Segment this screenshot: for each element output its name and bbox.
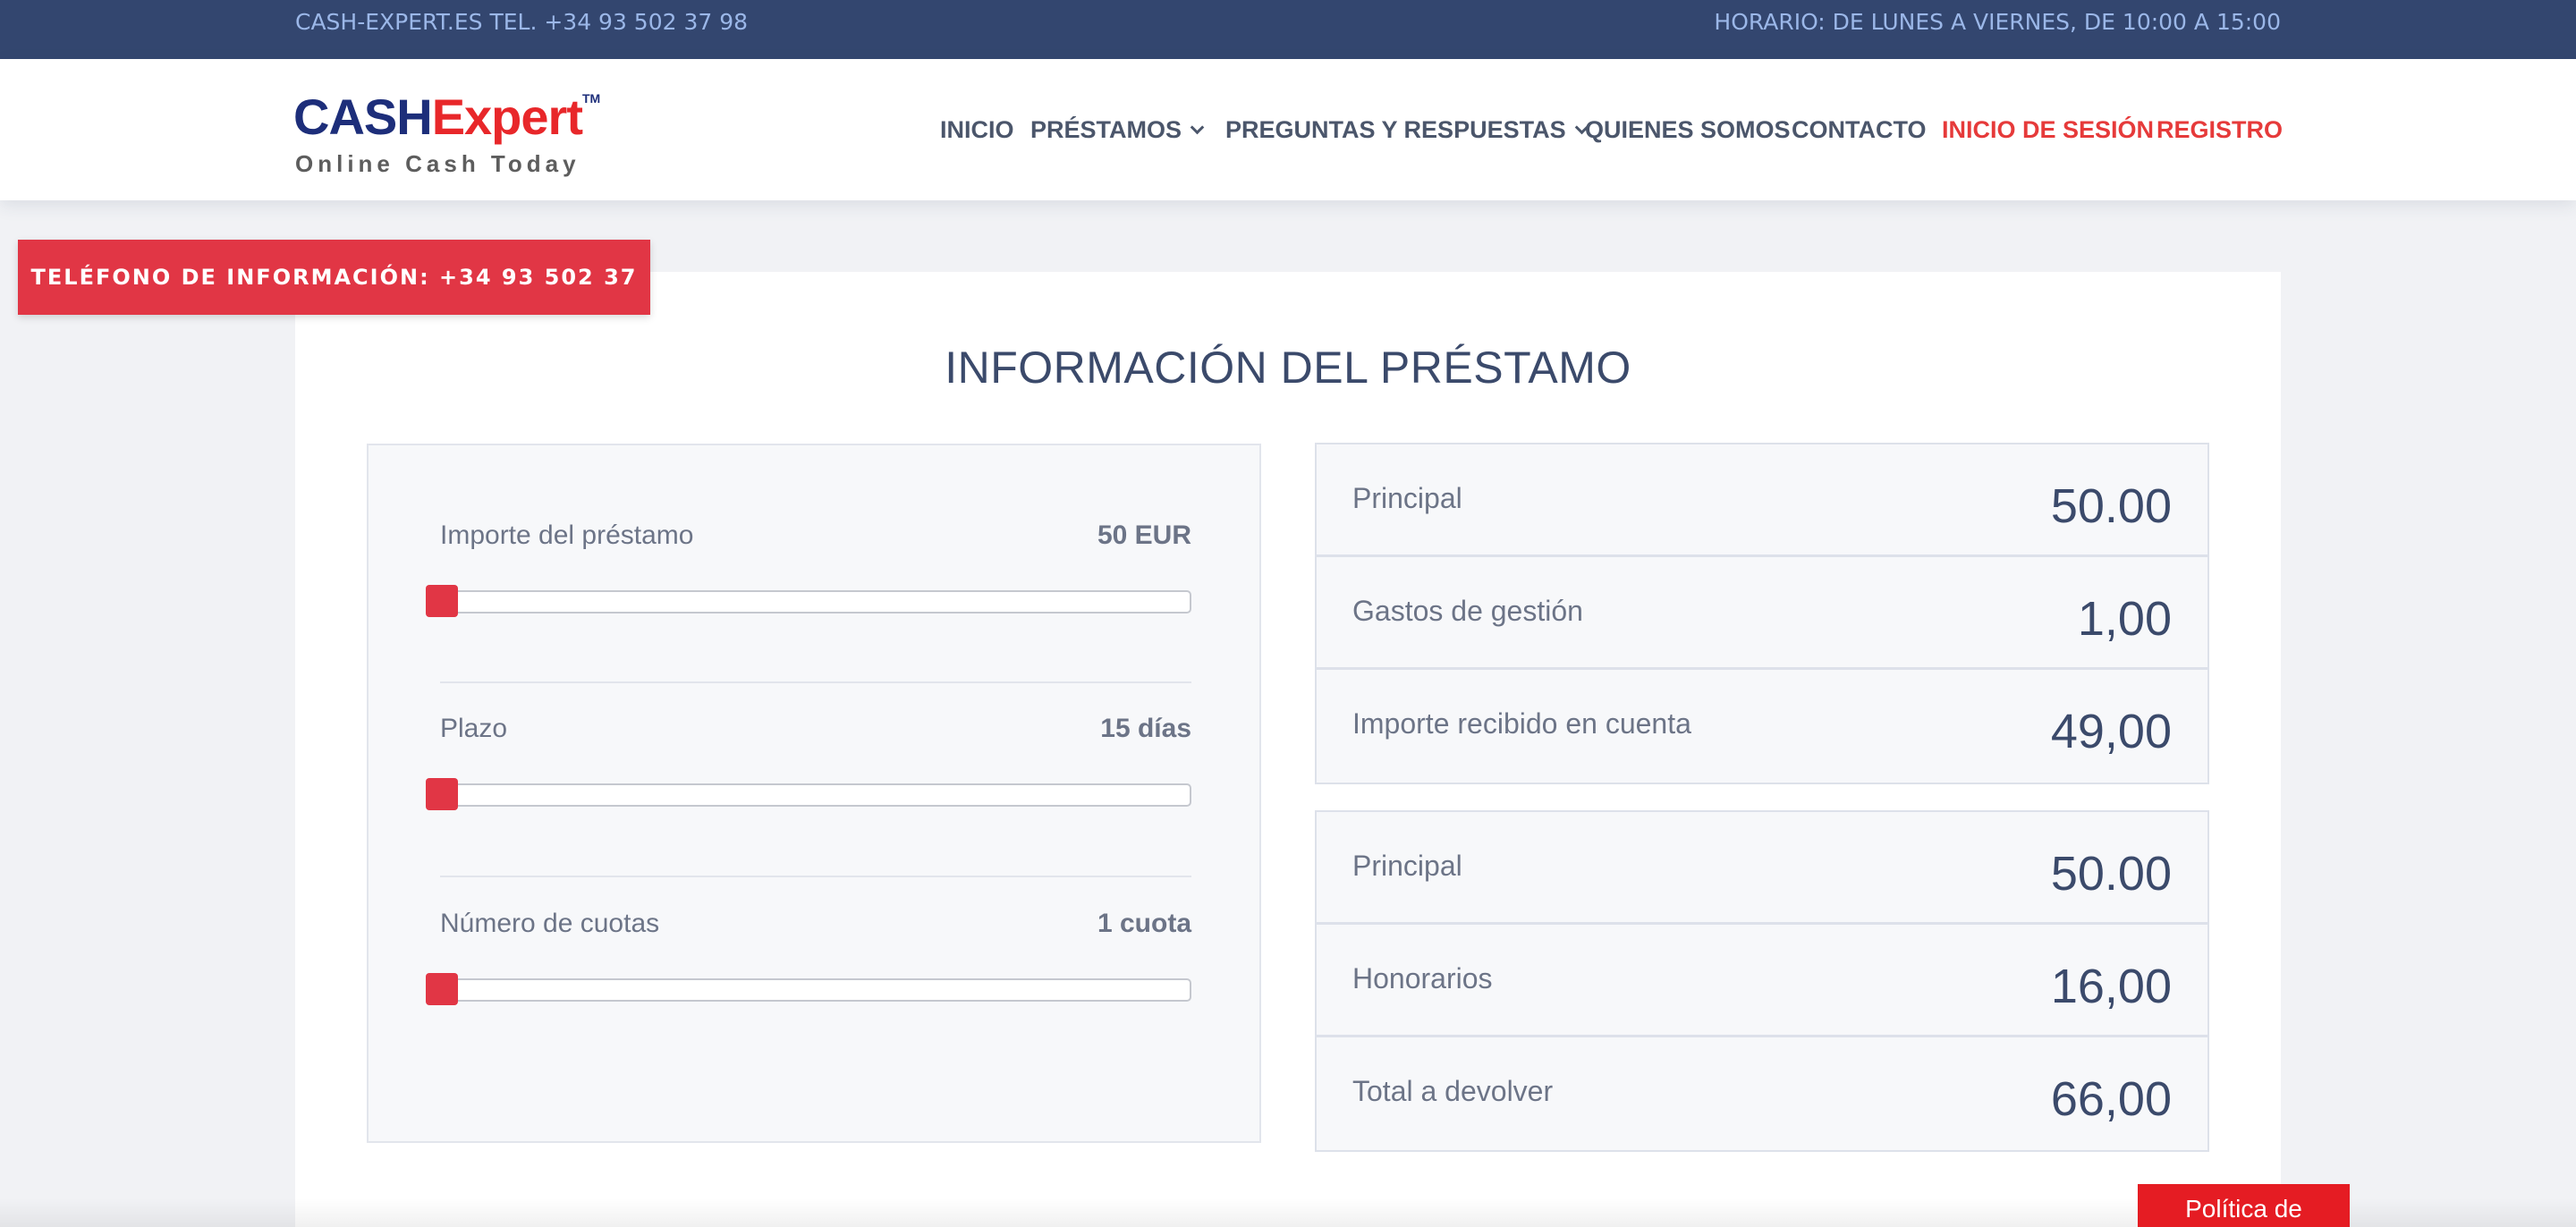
slider-value: 50 EUR <box>1097 520 1191 550</box>
loan-info-card: INFORMACIÓN DEL PRÉSTAMO Importe del pré… <box>295 272 2281 1227</box>
logo-tagline: Online Cash Today <box>295 150 580 177</box>
amount-slider-track[interactable] <box>438 590 1191 614</box>
summary-row: Gastos de gestión 1,00 <box>1317 557 2207 670</box>
nav-item-login[interactable]: INICIO DE SESIÓN <box>1942 114 2154 145</box>
summary-label: Gastos de gestión <box>1352 595 1583 627</box>
summary-received: Principal 50.00 Gastos de gestión 1,00 I… <box>1315 443 2209 784</box>
summary-value: 66,00 <box>2050 1072 2172 1126</box>
nav-item-inicio[interactable]: INICIO <box>940 114 1014 145</box>
summary-label: Principal <box>1352 482 1462 514</box>
summary-value: 49,00 <box>2050 705 2172 758</box>
phone-info-button[interactable]: TELÉFONO DE INFORMACIÓN: +34 93 502 37 9… <box>18 240 650 365</box>
slider-label: Importe del préstamo <box>440 520 694 550</box>
main-nav: INICIO PRÉSTAMOS PREGUNTAS Y RESPUESTAS … <box>0 114 2576 145</box>
installments-slider-handle[interactable] <box>426 973 458 1005</box>
summary-repayment: Principal 50.00 Honorarios 16,00 Total a… <box>1315 810 2209 1152</box>
nav-item-prestamos[interactable]: PRÉSTAMOS <box>1030 114 1205 145</box>
summary-row: Total a devolver 66,00 <box>1317 1037 2207 1150</box>
nav-item-register[interactable]: REGISTRO <box>2157 114 2283 145</box>
topbar-hours: HORARIO: DE LUNES A VIERNES, DE 10:00 A … <box>1714 9 2281 35</box>
summary-label: Principal <box>1352 850 1462 882</box>
summary-label: Honorarios <box>1352 962 1493 994</box>
summary-row: Principal 50.00 <box>1317 444 2207 557</box>
slider-label: Número de cuotas <box>440 909 660 938</box>
nav-item-contacto[interactable]: CONTACTO <box>1792 114 1927 145</box>
slider-value: 15 días <box>1100 714 1191 743</box>
installments-slider-track[interactable] <box>438 978 1191 1002</box>
nav-item-preguntas[interactable]: PREGUNTAS Y RESPUESTAS <box>1225 114 1589 145</box>
term-slider-track[interactable] <box>438 783 1191 807</box>
nav-item-prestamos-label: PRÉSTAMOS <box>1030 116 1182 143</box>
chevron-down-icon <box>1190 120 1205 135</box>
loan-sliders-panel: Importe del préstamo 50 EUR Plazo 15 día… <box>367 444 1261 1143</box>
summary-value: 1,00 <box>2077 592 2172 646</box>
summary-label: Total a devolver <box>1352 1075 1554 1107</box>
summary-label: Importe recibido en cuenta <box>1352 707 1691 740</box>
page-title: INFORMACIÓN DEL PRÉSTAMO <box>945 343 1631 393</box>
summary-row: Principal 50.00 <box>1317 812 2207 925</box>
amount-slider-handle[interactable] <box>426 585 458 617</box>
summary-value: 50.00 <box>2050 479 2172 533</box>
term-slider-handle[interactable] <box>426 778 458 810</box>
topbar-contact[interactable]: CASH-EXPERT.ES TEL. +34 93 502 37 98 <box>295 9 748 35</box>
summary-value: 16,00 <box>2050 960 2172 1013</box>
cookie-policy-button[interactable]: Política de Cookies <box>2138 1184 2350 1227</box>
nav-item-preguntas-label: PREGUNTAS Y RESPUESTAS <box>1225 116 1566 143</box>
nav-item-quienes-somos[interactable]: QUIENES SOMOS <box>1585 114 1791 145</box>
divider <box>440 681 1191 683</box>
slider-label: Plazo <box>440 714 508 743</box>
slider-value: 1 cuota <box>1097 909 1191 938</box>
logo-trademark: TM <box>582 91 601 106</box>
top-info-bar: CASH-EXPERT.ES TEL. +34 93 502 37 98 HOR… <box>0 0 2576 59</box>
divider <box>440 876 1191 877</box>
summary-row: Honorarios 16,00 <box>1317 925 2207 1037</box>
summary-value: 50.00 <box>2050 847 2172 901</box>
summary-row: Importe recibido en cuenta 49,00 <box>1317 670 2207 783</box>
